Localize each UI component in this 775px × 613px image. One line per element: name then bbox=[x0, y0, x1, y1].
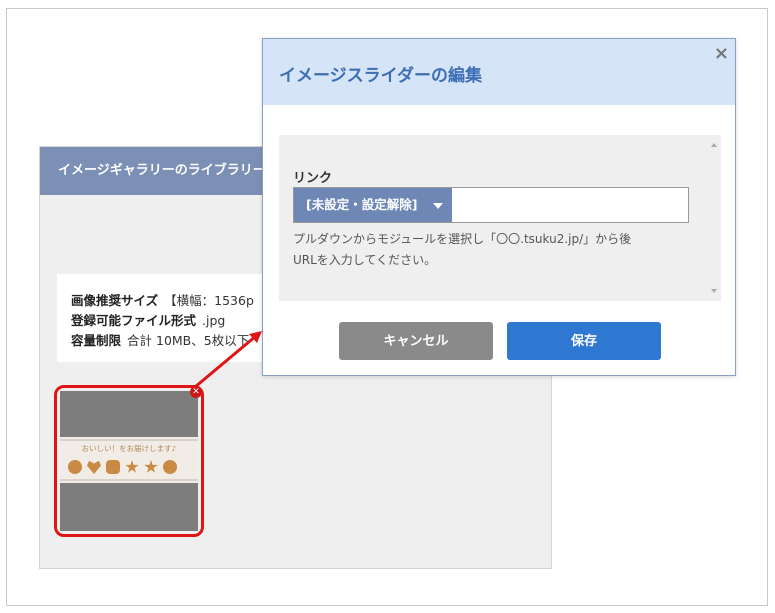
cancel-button[interactable]: キャンセル bbox=[339, 322, 493, 360]
link-field: [未設定・設定解除] bbox=[293, 187, 689, 223]
save-button[interactable]: 保存 bbox=[507, 322, 661, 360]
close-icon[interactable]: × bbox=[714, 45, 729, 63]
help-text-line: プルダウンからモジュールを選択し「〇〇.tsuku2.jp/」から後 bbox=[293, 232, 632, 246]
cookie-icon bbox=[106, 460, 120, 474]
thumbnail-caption: おいしい！をお届けします♪ bbox=[81, 444, 177, 453]
recommended-size-label: 画像推奨サイズ bbox=[71, 293, 159, 308]
file-format-line: 登録可能ファイル形式 .jpg bbox=[71, 310, 225, 329]
capacity-line: 容量制限 合計 10MB、5枚以下 bbox=[71, 330, 249, 349]
recommended-size-line: 画像推奨サイズ 【横幅：1536p bbox=[71, 290, 254, 309]
dialog-title: イメージスライダーの編集 bbox=[279, 66, 482, 86]
help-text-line: URLを入力してください。 bbox=[293, 253, 437, 267]
dialog-body: リンク [未設定・設定解除] プルダウンからモジュールを選択し「〇〇.tsuku… bbox=[279, 135, 721, 301]
module-select-dropdown[interactable]: [未設定・設定解除] bbox=[294, 188, 452, 222]
star-cookie-icon bbox=[125, 460, 139, 473]
capacity-label: 容量制限 bbox=[71, 333, 122, 348]
image-slider-edit-dialog: イメージスライダーの編集 × リンク [未設定・設定解除] プルダウンからモジュ… bbox=[262, 38, 736, 376]
cookie-images bbox=[68, 459, 182, 478]
gallery-thumbnail[interactable]: おいしい！をお届けします♪ bbox=[60, 391, 198, 531]
link-label: リンク bbox=[293, 171, 333, 186]
caret-down-icon bbox=[433, 203, 443, 209]
capacity-value: 合計 10MB、5枚以下 bbox=[127, 333, 250, 348]
file-format-label: 登録可能ファイル形式 bbox=[71, 313, 197, 328]
heart-cookie-icon bbox=[87, 460, 101, 474]
thumbnail-banner-image: おいしい！をお届けします♪ bbox=[60, 437, 198, 483]
selected-thumbnail-highlight[interactable]: おいしい！をお届けします♪ bbox=[54, 385, 204, 537]
url-input[interactable] bbox=[453, 188, 687, 222]
star-cookie-icon bbox=[144, 460, 158, 473]
help-text: プルダウンからモジュールを選択し「〇〇.tsuku2.jp/」から後 URLを入… bbox=[293, 229, 703, 271]
module-select-value: [未設定・設定解除] bbox=[306, 197, 418, 212]
file-format-value: .jpg bbox=[202, 313, 226, 328]
cookie-icon bbox=[163, 460, 177, 474]
dialog-header: イメージスライダーの編集 × bbox=[263, 39, 735, 105]
thumbnail-delete-icon[interactable]: ✕ bbox=[190, 386, 202, 398]
scroll-down-icon[interactable] bbox=[711, 289, 717, 293]
recommended-size-value: 【横幅：1536p bbox=[164, 293, 254, 308]
scroll-up-icon[interactable] bbox=[711, 143, 717, 147]
cookie-icon bbox=[68, 460, 82, 474]
